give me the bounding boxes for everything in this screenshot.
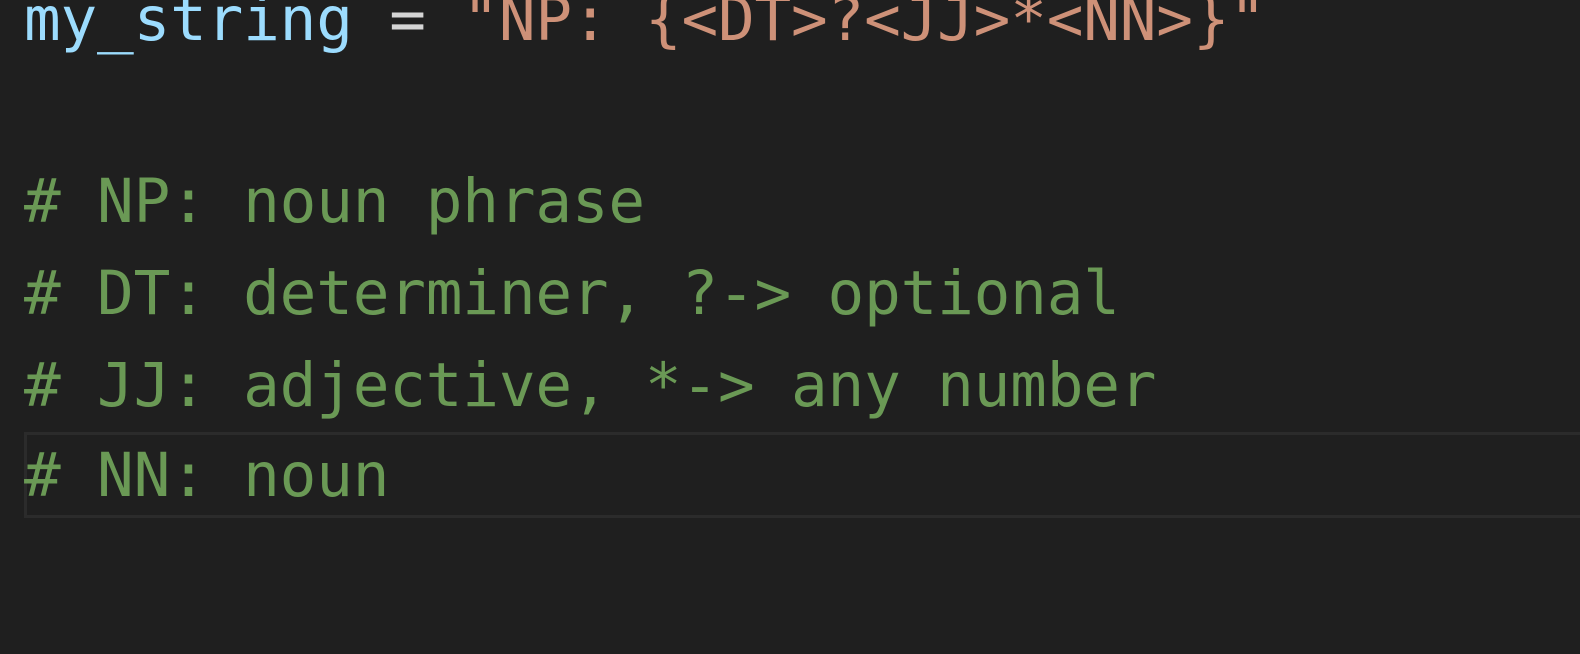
code-line-assignment[interactable]: my_string = "NP: {<DT>?<JJ>*<NN>}" — [24, 0, 1266, 66]
string-literal: "NP: {<DT>?<JJ>*<NN>}" — [462, 0, 1266, 55]
comment-line-np[interactable]: # NP: noun phrase — [24, 156, 645, 248]
variable-name: my_string — [24, 0, 353, 55]
comment-line-jj[interactable]: # JJ: adjective, *-> any number — [24, 340, 1156, 432]
assignment-operator: = — [352, 0, 463, 55]
code-editor[interactable]: my_string = "NP: {<DT>?<JJ>*<NN>}" # NP:… — [0, 0, 1580, 654]
comment-line-nn[interactable]: # NN: noun — [24, 430, 389, 522]
comment-line-dt[interactable]: # DT: determiner, ?-> optional — [24, 248, 1120, 340]
